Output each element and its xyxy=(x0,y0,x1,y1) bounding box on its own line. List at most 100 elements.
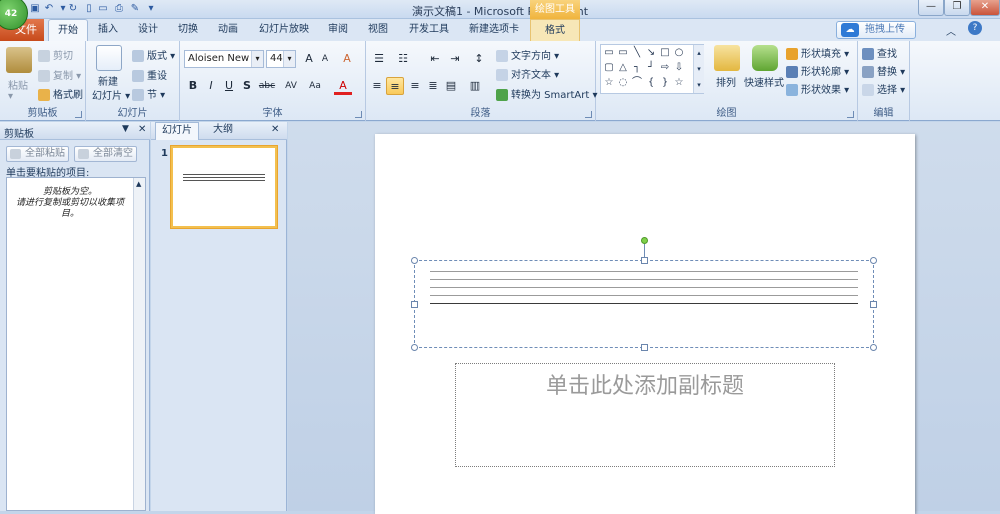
font-size-dropdown-icon[interactable]: ▾ xyxy=(283,51,295,67)
rectangle-shape-icon[interactable]: □ xyxy=(659,47,671,59)
shrink-font-button[interactable]: A xyxy=(316,50,334,68)
arrange-icon[interactable] xyxy=(714,45,740,71)
line-shape-icon[interactable]: ╲ xyxy=(631,47,643,59)
subtitle-placeholder[interactable]: 单击此处添加副标题 xyxy=(455,363,835,467)
cut-button[interactable]: 剪切 xyxy=(38,47,73,62)
justify-icon[interactable]: ≣ xyxy=(424,77,442,95)
callout-shape-icon[interactable]: ◌ xyxy=(617,77,629,89)
down-arrow-shape-icon[interactable]: ⇩ xyxy=(673,62,685,74)
align-text-button[interactable]: 对齐文本 ▾ xyxy=(496,66,559,81)
minimize-ribbon-icon[interactable]: ︿ xyxy=(946,23,956,38)
increase-indent-icon[interactable]: ⇥ xyxy=(446,50,464,68)
rotation-handle[interactable] xyxy=(641,237,648,244)
tab-slides[interactable]: 幻灯片 xyxy=(155,122,199,140)
resize-handle[interactable] xyxy=(641,344,648,351)
triangle-shape-icon[interactable]: △ xyxy=(617,62,629,74)
tab-developer[interactable]: 开发工具 xyxy=(404,19,454,41)
clipboard-items-list[interactable]: 剪贴板为空。 请进行复制或剪切以收集项 目。 ▲ xyxy=(6,177,146,511)
tab-review[interactable]: 审阅 xyxy=(322,19,354,41)
pane-options-icon[interactable]: ▼ xyxy=(122,124,129,134)
new-slide-button[interactable]: 新建 xyxy=(98,73,118,88)
change-case-button[interactable]: Aa xyxy=(304,77,326,95)
bullets-icon[interactable]: ☰ xyxy=(370,50,388,68)
clipboard-launcher-icon[interactable] xyxy=(75,111,82,118)
help-icon[interactable]: ? xyxy=(968,21,982,35)
layout-button[interactable]: 版式 ▾ xyxy=(132,47,175,62)
italic-button[interactable]: I xyxy=(202,77,220,95)
font-size-combo[interactable]: 44 ▾ xyxy=(266,50,296,68)
replace-button[interactable]: 替换 ▾ xyxy=(862,63,905,78)
new-slide-dropdown[interactable]: 幻灯片 ▾ xyxy=(92,87,130,102)
tab-insert[interactable]: 插入 xyxy=(92,19,124,41)
slide-thumbnail[interactable] xyxy=(171,146,277,228)
tab-format[interactable]: 格式 xyxy=(530,19,580,41)
font-color-button[interactable]: A xyxy=(334,77,352,95)
tab-outline[interactable]: 大纲 xyxy=(201,122,245,140)
resize-handle[interactable] xyxy=(870,301,877,308)
reset-button[interactable]: 重设 xyxy=(132,67,167,82)
clear-all-button[interactable]: 全部清空 xyxy=(74,146,137,162)
freeform-shape-icon[interactable]: ☆ xyxy=(673,77,685,89)
new-slide-icon[interactable] xyxy=(96,45,122,71)
line-spacing-icon[interactable]: ↕ xyxy=(470,50,488,68)
elbow-arrow-shape-icon[interactable]: ┘ xyxy=(645,62,657,74)
elbow-connector-shape-icon[interactable]: ┐ xyxy=(631,62,643,74)
font-name-dropdown-icon[interactable]: ▾ xyxy=(251,51,263,67)
upload-button[interactable]: ☁ 拖拽上传 xyxy=(836,21,916,39)
align-right-icon[interactable]: ≡ xyxy=(406,77,424,95)
quick-styles-icon[interactable] xyxy=(752,45,778,71)
decrease-indent-icon[interactable]: ⇤ xyxy=(426,50,444,68)
paste-button[interactable]: 粘贴 xyxy=(8,77,28,92)
tab-new-tab[interactable]: 新建选项卡 xyxy=(464,19,524,41)
resize-handle[interactable] xyxy=(411,257,418,264)
resize-handle[interactable] xyxy=(411,301,418,308)
tab-design[interactable]: 设计 xyxy=(132,19,164,41)
shape-effects-button[interactable]: 形状效果 ▾ xyxy=(786,81,849,96)
clear-format-button[interactable]: A xyxy=(338,50,356,68)
underline-button[interactable]: U xyxy=(220,77,238,95)
right-arrow-shape-icon[interactable]: ⇨ xyxy=(659,62,671,74)
tab-view[interactable]: 视图 xyxy=(362,19,394,41)
shapes-gallery-scroll[interactable]: ▴ ▾ ▾ xyxy=(693,45,704,93)
copy-button[interactable]: 复制 ▾ xyxy=(38,67,81,82)
resize-handle[interactable] xyxy=(870,344,877,351)
smartart-button[interactable]: 转换为 SmartArt ▾ xyxy=(496,86,598,101)
find-button[interactable]: 查找 xyxy=(862,45,897,60)
font-launcher-icon[interactable] xyxy=(355,111,362,118)
slide[interactable]: 单击此处添加副标题 xyxy=(375,134,915,514)
resize-handle[interactable] xyxy=(641,257,648,264)
shape-fill-button[interactable]: 形状填充 ▾ xyxy=(786,45,849,60)
tab-animations[interactable]: 动画 xyxy=(212,19,244,41)
char-spacing-button[interactable]: AV xyxy=(280,77,302,95)
star-shape-icon[interactable]: ☆ xyxy=(603,77,615,89)
text-direction-button[interactable]: 文字方向 ▾ xyxy=(496,47,559,62)
shape-outline-button[interactable]: 形状轮廓 ▾ xyxy=(786,63,849,78)
oval-shape-icon[interactable]: ○ xyxy=(673,47,685,59)
close-slides-pane-icon[interactable]: ✕ xyxy=(271,124,279,135)
numbering-icon[interactable]: ☷ xyxy=(394,50,412,68)
align-left-icon[interactable]: ≡ xyxy=(368,77,386,95)
format-painter-button[interactable]: 格式刷 xyxy=(38,86,83,101)
clipboard-scrollbar[interactable]: ▲ xyxy=(133,178,145,510)
resize-handle[interactable] xyxy=(870,257,877,264)
drawing-launcher-icon[interactable] xyxy=(847,111,854,118)
resize-handle[interactable] xyxy=(411,344,418,351)
bracket-shape-icon[interactable]: { xyxy=(645,77,657,89)
restore-button[interactable]: ❐ xyxy=(944,0,970,16)
shadow-button[interactable]: S xyxy=(238,77,256,95)
minimize-button[interactable]: — xyxy=(918,0,944,16)
tab-transitions[interactable]: 切换 xyxy=(172,19,204,41)
textbox-shape-icon[interactable]: ▭ xyxy=(603,47,615,59)
tab-slideshow[interactable]: 幻灯片放映 xyxy=(254,19,314,41)
vertical-textbox-shape-icon[interactable]: ▭ xyxy=(617,47,629,59)
close-window-button[interactable]: ✕ xyxy=(970,0,1000,16)
align-center-icon[interactable]: ≡ xyxy=(386,77,404,95)
close-pane-icon[interactable]: ✕ xyxy=(138,124,146,135)
rounded-rect-shape-icon[interactable]: ▢ xyxy=(603,62,615,74)
font-name-combo[interactable]: Aloisen New ▾ xyxy=(184,50,264,68)
title-placeholder[interactable] xyxy=(411,257,877,351)
curve-shape-icon[interactable]: ⌒ xyxy=(631,77,643,89)
paste-icon[interactable] xyxy=(6,47,32,73)
arrow-line-shape-icon[interactable]: ↘ xyxy=(645,47,657,59)
paragraph-launcher-icon[interactable] xyxy=(585,111,592,118)
